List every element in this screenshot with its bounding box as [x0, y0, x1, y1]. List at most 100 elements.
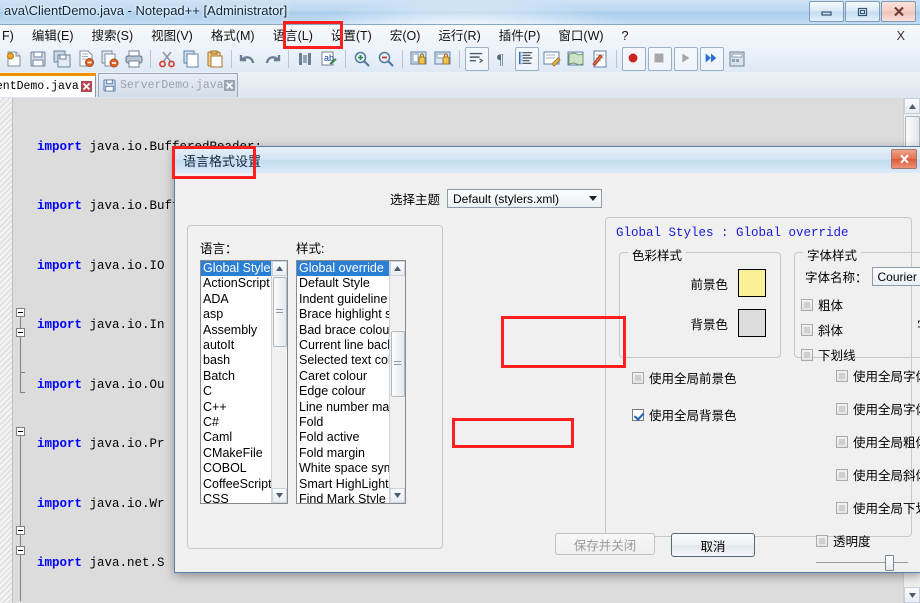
language-list-item[interactable]: ADA: [201, 292, 272, 307]
menu-item-view[interactable]: 视图(V): [142, 26, 202, 46]
indent-guide-icon[interactable]: [515, 47, 539, 71]
language-list-item[interactable]: CMakeFile: [201, 446, 272, 461]
menu-item-run[interactable]: 运行(R): [429, 26, 489, 46]
copy-icon[interactable]: [180, 48, 202, 70]
transparency-row[interactable]: 透明度: [816, 531, 871, 550]
use-global-bold-checkbox[interactable]: [836, 436, 848, 448]
dialog-close-button[interactable]: [891, 149, 917, 169]
use-global-background-row[interactable]: 使用全局背景色: [632, 405, 737, 424]
cancel-button[interactable]: 取消: [671, 533, 755, 557]
transparency-slider-thumb[interactable]: [885, 555, 894, 571]
language-list-item[interactable]: Assembly: [201, 323, 272, 338]
tab-serverdemo[interactable]: ServerDemo.java: [98, 73, 238, 97]
menu-item-search[interactable]: 搜索(S): [82, 26, 142, 46]
redo-icon[interactable]: [261, 48, 283, 70]
find-icon[interactable]: [294, 48, 316, 70]
paste-icon[interactable]: [204, 48, 226, 70]
use-global-font-size-checkbox[interactable]: [836, 403, 848, 415]
function-list-icon[interactable]: [589, 48, 611, 70]
use-global-foreground-row[interactable]: 使用全局前景色: [632, 368, 737, 387]
fold-marker[interactable]: [16, 427, 25, 436]
style-list-item[interactable]: Selected text colou: [297, 353, 390, 368]
language-list-item[interactable]: C#: [201, 415, 272, 430]
use-global-font-size-row[interactable]: 使用全局字体大小: [836, 399, 920, 418]
language-list-scrollbar[interactable]: [271, 261, 287, 503]
underline-checkbox-row[interactable]: 下划线: [801, 345, 856, 364]
close-file-icon[interactable]: [75, 48, 97, 70]
style-list-item[interactable]: Fold: [297, 415, 390, 430]
use-global-foreground-checkbox[interactable]: [632, 372, 644, 384]
zoom-in-icon[interactable]: [351, 48, 373, 70]
style-list-item[interactable]: Smart HighLighting: [297, 477, 390, 492]
bold-checkbox-row[interactable]: 粗体: [801, 295, 856, 314]
style-list-item[interactable]: Brace highlight styl: [297, 307, 390, 322]
use-global-font-row[interactable]: 使用全局字体: [836, 366, 920, 385]
menu-item-edit[interactable]: 编辑(E): [23, 26, 83, 46]
style-list-item[interactable]: Indent guideline sty: [297, 292, 390, 307]
style-list-item[interactable]: Edge colour: [297, 384, 390, 399]
style-list-item[interactable]: Fold margin: [297, 446, 390, 461]
italic-checkbox-row[interactable]: 斜体: [801, 320, 856, 339]
language-list-item[interactable]: CoffeeScript: [201, 477, 272, 492]
transparency-slider[interactable]: [814, 554, 910, 570]
minimize-button[interactable]: [809, 1, 844, 22]
menu-item-format[interactable]: 格式(M): [202, 26, 264, 46]
maximize-button[interactable]: [845, 1, 880, 22]
scroll-down-arrow[interactable]: [904, 587, 920, 603]
style-list-item[interactable]: White space symbo: [297, 461, 390, 476]
tab-close-icon[interactable]: [224, 80, 235, 92]
scroll-down-arrow[interactable]: [390, 488, 405, 503]
transparency-checkbox[interactable]: [816, 535, 828, 547]
save-all-icon[interactable]: [51, 48, 73, 70]
play-macro-multiple-icon[interactable]: [700, 47, 724, 71]
zoom-out-icon[interactable]: [375, 48, 397, 70]
doc-map-icon[interactable]: [565, 48, 587, 70]
user-defined-lang-icon[interactable]: [541, 48, 563, 70]
use-global-underline-checkbox[interactable]: [836, 502, 848, 514]
use-global-italic-checkbox[interactable]: [836, 469, 848, 481]
print-icon[interactable]: [123, 48, 145, 70]
save-icon[interactable]: [27, 48, 49, 70]
menu-item-window[interactable]: 窗口(W): [549, 26, 612, 46]
use-global-bold-row[interactable]: 使用全局粗体样式: [836, 432, 920, 451]
stop-macro-icon[interactable]: [648, 47, 672, 71]
language-list-item[interactable]: autoIt: [201, 338, 272, 353]
language-listbox[interactable]: Global StylesActionScriptADAaspAssemblya…: [200, 260, 288, 504]
language-list-item[interactable]: ActionScript: [201, 276, 272, 291]
close-all-icon[interactable]: [99, 48, 121, 70]
scroll-up-arrow[interactable]: [272, 261, 287, 276]
menu-item-file[interactable]: F): [0, 26, 23, 46]
style-list-item[interactable]: Bad brace colour: [297, 323, 390, 338]
scroll-down-arrow[interactable]: [272, 488, 287, 503]
fold-marker[interactable]: [16, 546, 25, 555]
use-global-underline-row[interactable]: 使用全局下划线样式: [836, 498, 920, 517]
language-scroll-thumb[interactable]: [273, 277, 287, 347]
language-list-item[interactable]: C++: [201, 400, 272, 415]
menu-item-help[interactable]: ?: [613, 26, 638, 46]
record-macro-icon[interactable]: [622, 47, 646, 71]
style-list-item[interactable]: Global override: [297, 261, 390, 276]
language-list-item[interactable]: bash: [201, 353, 272, 368]
word-wrap-icon[interactable]: [465, 47, 489, 71]
menu-item-macro[interactable]: 宏(O): [381, 26, 430, 46]
new-file-icon[interactable]: [3, 48, 25, 70]
language-list-item[interactable]: Batch: [201, 369, 272, 384]
menu-item-settings[interactable]: 设置(T): [322, 26, 381, 46]
play-macro-icon[interactable]: [674, 47, 698, 71]
style-listbox[interactable]: Global overrideDefault StyleIndent guide…: [296, 260, 406, 504]
language-list-item[interactable]: CSS: [201, 492, 272, 503]
language-list-item[interactable]: asp: [201, 307, 272, 322]
cut-icon[interactable]: [156, 48, 178, 70]
tab-clientdemo[interactable]: ientDemo.java: [0, 73, 96, 97]
use-global-font-checkbox[interactable]: [836, 370, 848, 382]
style-list-item[interactable]: Caret colour: [297, 369, 390, 384]
language-list-item[interactable]: Caml: [201, 430, 272, 445]
scroll-up-arrow[interactable]: [904, 98, 920, 114]
use-global-italic-row[interactable]: 使用全局斜体样式: [836, 465, 920, 484]
save-and-close-button[interactable]: 保存并关闭: [555, 533, 655, 555]
sync-scroll-v-icon[interactable]: [408, 48, 430, 70]
menu-item-plugins[interactable]: 插件(P): [490, 26, 550, 46]
replace-icon[interactable]: ab: [318, 48, 340, 70]
language-list-item[interactable]: C: [201, 384, 272, 399]
scroll-up-arrow[interactable]: [390, 261, 405, 276]
